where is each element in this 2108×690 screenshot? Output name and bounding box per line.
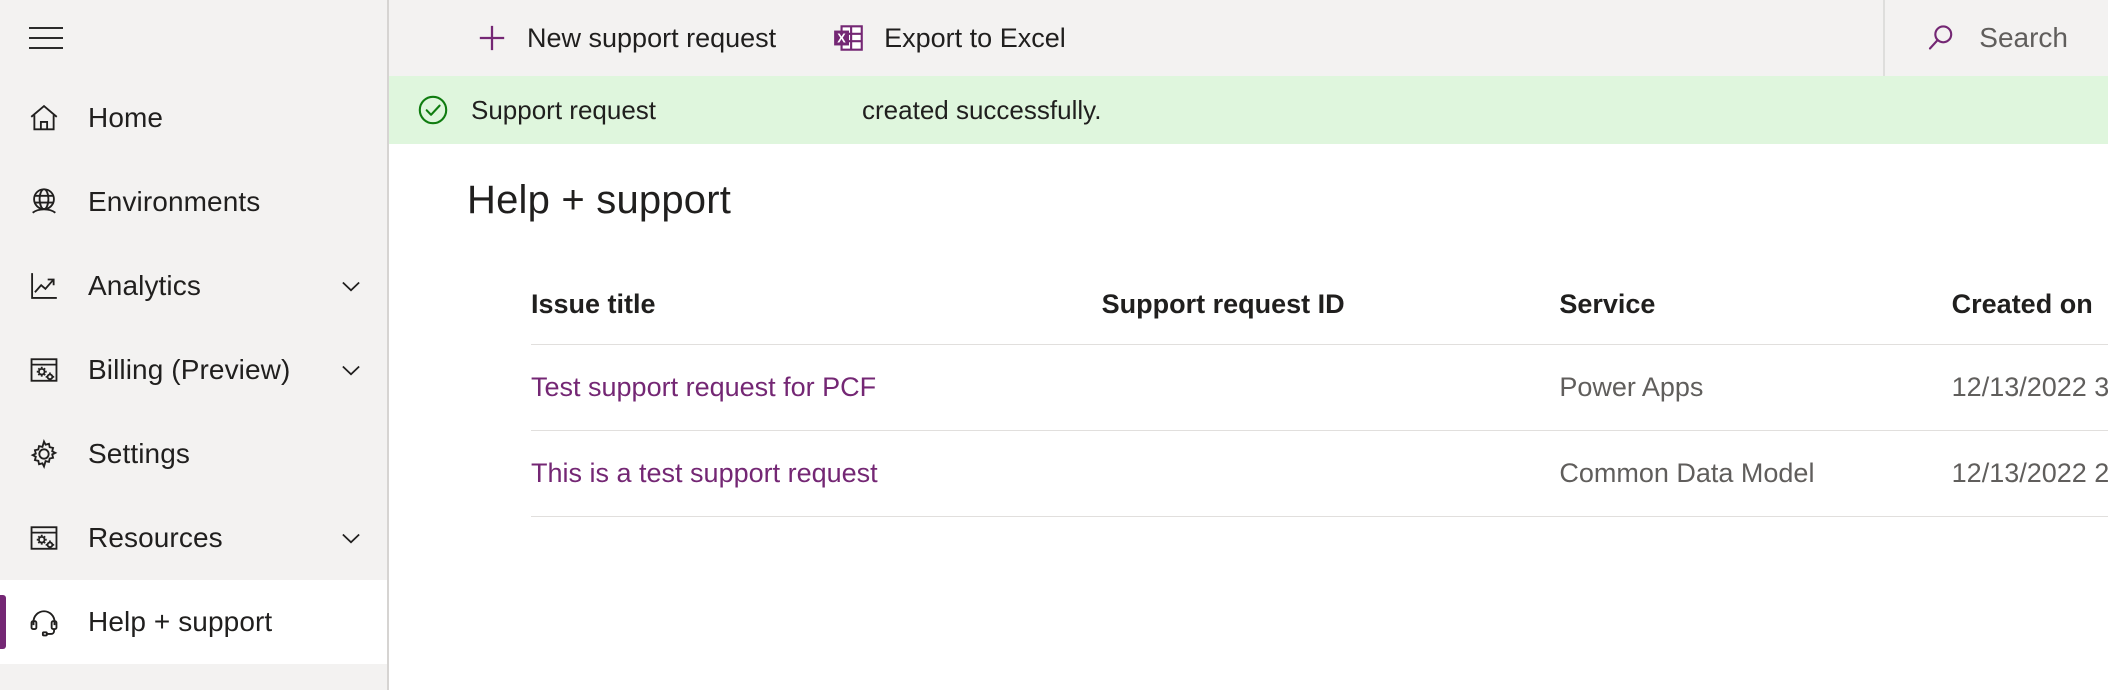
cell-issue-title: Test support request for PCF — [531, 344, 1102, 431]
menu-icon-bar — [29, 47, 63, 49]
sidebar-item-environments[interactable]: Environments — [0, 160, 387, 244]
sidebar-item-home[interactable]: Home — [0, 76, 387, 160]
cell-service: Power Apps — [1559, 344, 1952, 431]
cell-issue-title: This is a test support request — [531, 430, 1102, 517]
check-circle-icon — [413, 90, 453, 130]
cell-support-request-id — [1101, 430, 1560, 517]
globe-icon — [22, 180, 66, 224]
excel-icon: X — [830, 19, 868, 57]
plus-icon — [473, 19, 511, 57]
sidebar-nav-list: Home Environments Analytics Billing (Pre… — [0, 76, 387, 664]
sidebar-item-label: Home — [88, 102, 164, 133]
main-pane: New support request X Export to Excel Se… — [389, 0, 2108, 690]
command-bar: New support request X Export to Excel Se… — [389, 0, 2108, 76]
table-header: Issue title Support request ID Service C… — [531, 289, 2108, 345]
headset-icon — [22, 600, 66, 644]
issue-title-link[interactable]: This is a test support request — [531, 458, 878, 488]
page-title: Help + support — [467, 178, 732, 222]
cell-support-request-id — [1101, 344, 1560, 431]
chevron-down-icon[interactable] — [331, 266, 371, 306]
gear-icon — [22, 432, 66, 476]
sidebar-item-help-support[interactable]: Help + support — [0, 580, 387, 664]
sidebar-item-label: Environments — [88, 186, 261, 217]
sidebar-item-label: Resources — [88, 522, 223, 553]
billing-icon — [22, 348, 66, 392]
table-body: Test support request for PCF Power Apps … — [531, 344, 2108, 517]
sidebar-item-label: Analytics — [88, 270, 201, 301]
sidebar-item-label: Settings — [88, 438, 190, 469]
column-header-created-on[interactable]: Created on — [1951, 289, 2108, 345]
column-header-support-request-id[interactable]: Support request ID — [1101, 289, 1560, 345]
search-box[interactable]: Search — [1883, 0, 2108, 76]
sidebar-item-settings[interactable]: Settings — [0, 412, 387, 496]
new-support-request-button[interactable]: New support request — [459, 8, 790, 68]
menu-icon-bar — [29, 37, 63, 39]
issue-title-link[interactable]: Test support request for PCF — [531, 372, 876, 402]
success-banner: Support request created successfully. — [389, 76, 2108, 144]
content-area: Help + support Issue title Support reque… — [389, 144, 2108, 690]
sidebar-item-label: Help + support — [88, 606, 273, 637]
banner-prefix-text: Support request — [471, 94, 657, 125]
column-header-issue-title[interactable]: Issue title — [531, 289, 1102, 345]
cell-service: Common Data Model — [1559, 430, 1952, 517]
support-requests-table: Issue title Support request ID Service C… — [531, 289, 2108, 517]
sidebar: Home Environments Analytics Billing (Pre… — [0, 0, 389, 690]
menu-icon-bar — [29, 27, 63, 29]
export-to-excel-label: Export to Excel — [884, 22, 1066, 53]
new-support-request-label: New support request — [527, 22, 777, 53]
sidebar-item-billing[interactable]: Billing (Preview) — [0, 328, 387, 412]
hamburger-wrap — [0, 0, 387, 76]
sidebar-item-analytics[interactable]: Analytics — [0, 244, 387, 328]
banner-suffix-text: created successfully. — [862, 94, 1102, 125]
cell-created-on: 12/13/2022 3:12 PM PST — [1951, 344, 2108, 431]
table-row[interactable]: This is a test support request Common Da… — [531, 430, 2108, 517]
app-root: Home Environments Analytics Billing (Pre… — [0, 0, 2108, 690]
search-placeholder: Search — [1979, 22, 2068, 53]
sidebar-item-resources[interactable]: Resources — [0, 496, 387, 580]
svg-text:X: X — [837, 30, 846, 45]
resources-icon — [22, 516, 66, 560]
table-row[interactable]: Test support request for PCF Power Apps … — [531, 344, 2108, 431]
column-header-service[interactable]: Service — [1559, 289, 1952, 345]
chevron-down-icon[interactable] — [331, 350, 371, 390]
export-to-excel-button[interactable]: X Export to Excel — [816, 8, 1080, 68]
search-icon — [1921, 18, 1961, 58]
chevron-down-icon[interactable] — [331, 518, 371, 558]
chart-line-icon — [22, 264, 66, 308]
home-icon — [22, 96, 66, 140]
cell-created-on: 12/13/2022 2:17 PM PST — [1951, 430, 2108, 517]
sidebar-item-label: Billing (Preview) — [88, 354, 291, 385]
menu-icon[interactable] — [20, 12, 72, 64]
table-header-row: Issue title Support request ID Service C… — [531, 289, 2108, 345]
